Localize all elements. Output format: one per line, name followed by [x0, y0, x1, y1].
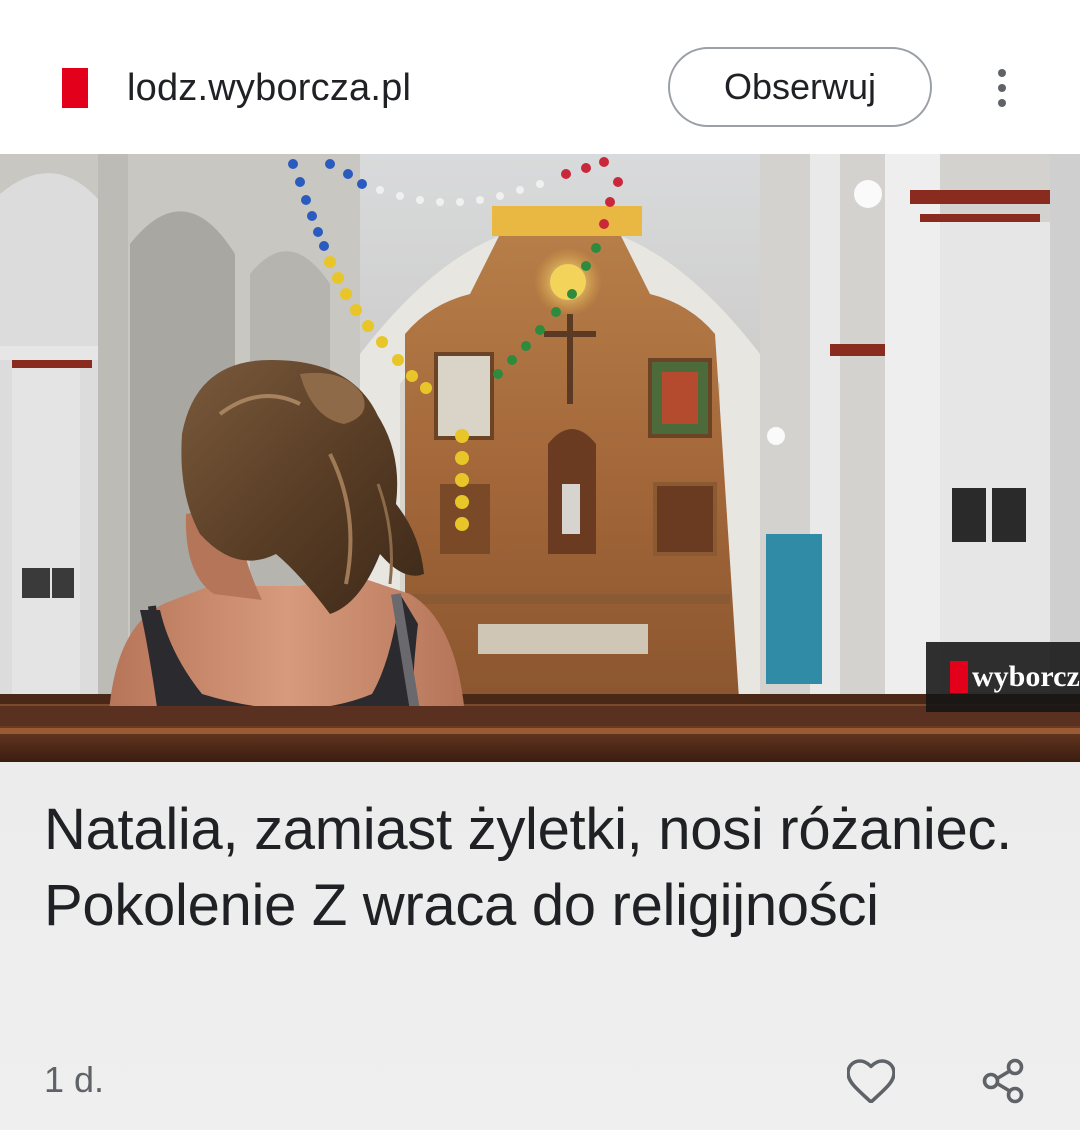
- more-options-icon[interactable]: [980, 62, 1024, 114]
- article-age: 1 d.: [44, 1059, 105, 1100]
- wyborcza-logo-icon: [950, 661, 968, 693]
- image-watermark: wyborcz: [926, 642, 1080, 712]
- share-icon[interactable]: [973, 1051, 1033, 1111]
- publisher-logo-icon: [62, 68, 88, 108]
- source-header: lodz.wyborcza.pl Obserwuj: [0, 0, 1080, 154]
- watermark-text: wyborcz: [972, 660, 1080, 693]
- article-card-body[interactable]: Natalia, zamiast żyletki, nosi różaniec.…: [0, 762, 1080, 1130]
- article-headline[interactable]: Natalia, zamiast żyletki, nosi różaniec.…: [44, 792, 1034, 944]
- church-interior-photo: [0, 154, 1080, 762]
- article-image[interactable]: [0, 154, 1080, 762]
- heart-icon[interactable]: [841, 1051, 901, 1111]
- publisher-name[interactable]: lodz.wyborcza.pl: [127, 62, 411, 114]
- follow-button[interactable]: Obserwuj: [668, 47, 932, 127]
